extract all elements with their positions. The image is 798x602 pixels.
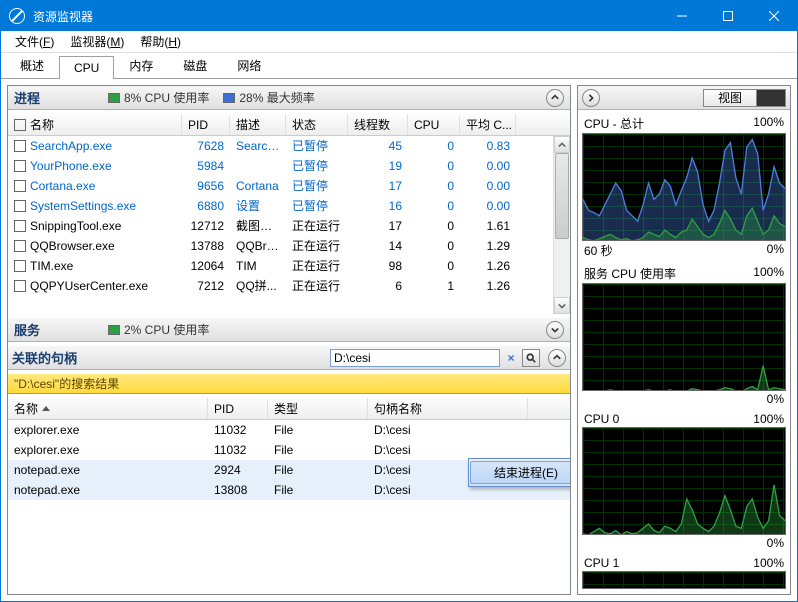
processes-scrollbar[interactable] [553, 136, 570, 314]
row-checkbox[interactable] [14, 280, 26, 292]
tab-disk[interactable]: 磁盘 [168, 52, 222, 78]
handles-columns: 名称 PID 类型 句柄名称 [8, 398, 570, 420]
collapse-processes-icon[interactable] [546, 89, 564, 107]
menu-file[interactable]: 文件(F) [7, 31, 62, 52]
col-avg[interactable]: 平均 C... [460, 114, 516, 135]
context-end-process[interactable]: 结束进程(E) [470, 461, 570, 484]
chart-max: 100% [753, 556, 784, 570]
row-checkbox[interactable] [14, 200, 26, 212]
chart-min: 0% [767, 392, 784, 406]
table-row[interactable]: Cortana.exe9656Cortana已暂停1700.00 [8, 176, 570, 196]
table-row[interactable]: SearchApp.exe7628Search...已暂停4500.83 [8, 136, 570, 156]
chart-canvas [582, 283, 786, 391]
titlebar[interactable]: 资源监视器 [1, 1, 797, 31]
view-dropdown[interactable]: 视图 [703, 89, 786, 107]
row-checkbox[interactable] [14, 140, 26, 152]
search-button[interactable] [522, 349, 540, 367]
app-icon [9, 8, 25, 24]
chart-title: 服务 CPU 使用率 [584, 265, 676, 282]
chart-min: 0% [767, 242, 784, 259]
handles-title: 关联的句柄 [12, 348, 77, 367]
minimize-button[interactable] [659, 1, 705, 31]
chart-max: 100% [753, 265, 784, 282]
chart-title: CPU - 总计 [584, 115, 644, 132]
services-header[interactable]: 服务 2% CPU 使用率 [8, 318, 570, 342]
chart-min: 0% [767, 536, 784, 550]
processes-title: 进程 [14, 88, 94, 107]
table-row[interactable]: SnippingTool.exe12712截图工具正在运行1701.61 [8, 216, 570, 236]
chart-canvas [582, 427, 786, 535]
table-row[interactable]: TIM.exe12064TIM正在运行9801.26 [8, 256, 570, 276]
menu-monitor[interactable]: 监视器(M) [62, 31, 132, 52]
table-row[interactable]: QQBrowser.exe13788QQBro...正在运行1401.29 [8, 236, 570, 256]
clear-search-icon[interactable]: × [504, 351, 518, 365]
row-checkbox[interactable] [14, 220, 26, 232]
chart-title: CPU 1 [584, 556, 619, 570]
table-row[interactable]: YourPhone.exe5984已暂停1900.00 [8, 156, 570, 176]
context-menu: 结束进程(E) [468, 458, 570, 487]
window-title: 资源监视器 [33, 8, 659, 25]
close-button[interactable] [751, 1, 797, 31]
col-desc[interactable]: 描述 [230, 114, 286, 135]
chart-max: 100% [753, 115, 784, 132]
maximize-button[interactable] [705, 1, 751, 31]
scroll-down-icon[interactable] [554, 297, 570, 314]
tab-memory[interactable]: 内存 [114, 52, 168, 78]
tab-network[interactable]: 网络 [222, 52, 276, 78]
col-threads[interactable]: 线程数 [348, 114, 408, 135]
search-input[interactable] [330, 349, 500, 367]
chevron-down-icon[interactable] [756, 90, 785, 106]
processes-columns: 名称 PID 描述 状态 线程数 CPU 平均 C... [8, 114, 570, 136]
row-checkbox[interactable] [14, 260, 26, 272]
search-results-label: "D:\cesi"的搜索结果 [8, 374, 570, 394]
view-label: 视图 [704, 89, 756, 106]
legend-services-cpu: 2% CPU 使用率 [108, 321, 209, 338]
hcol-handle-name[interactable]: 句柄名称 [368, 398, 528, 419]
chart-0: CPU - 总计 100% 60 秒 0% [582, 114, 786, 260]
nav-right-icon[interactable] [582, 89, 600, 107]
row-checkbox[interactable] [14, 160, 26, 172]
hcol-type[interactable]: 类型 [268, 398, 368, 419]
col-pid[interactable]: PID [182, 116, 230, 134]
legend-max-freq: 28% 最大频率 [223, 89, 314, 106]
charts-header: 视图 [578, 86, 790, 110]
col-name[interactable]: 名称 [8, 114, 182, 135]
collapse-handles-icon[interactable] [548, 349, 566, 367]
row-checkbox[interactable] [14, 180, 26, 192]
scroll-thumb[interactable] [555, 153, 569, 239]
hcol-name[interactable]: 名称 [8, 398, 208, 419]
select-all-checkbox[interactable] [14, 119, 26, 131]
chart-1: 服务 CPU 使用率 100% 0% [582, 264, 786, 407]
table-row[interactable]: explorer.exe11032FileD:\cesi [8, 420, 570, 440]
sort-asc-icon [42, 406, 50, 411]
scroll-up-icon[interactable] [554, 136, 570, 153]
col-status[interactable]: 状态 [286, 114, 348, 135]
row-checkbox[interactable] [14, 240, 26, 252]
table-row[interactable]: QQPYUserCenter.exe7212QQ拼...正在运行611.26 [8, 276, 570, 296]
tab-overview[interactable]: 概述 [5, 52, 59, 78]
table-row[interactable]: explorer.exe11032FileD:\cesi [8, 440, 570, 460]
services-title: 服务 [14, 320, 94, 339]
chart-2: CPU 0 100% 0% [582, 411, 786, 551]
hcol-pid[interactable]: PID [208, 400, 268, 418]
tabbar: 概述 CPU 内存 磁盘 网络 [1, 53, 797, 79]
handles-table: 名称 PID 类型 句柄名称 explorer.exe11032FileD:\c… [8, 398, 570, 594]
chart-xlabel: 60 秒 [584, 242, 613, 259]
processes-table: 名称 PID 描述 状态 线程数 CPU 平均 C... SearchApp.e… [8, 114, 570, 314]
legend-cpu-usage: 8% CPU 使用率 [108, 89, 209, 106]
table-row[interactable]: SystemSettings.exe6880设置已暂停1600.00 [8, 196, 570, 216]
tab-cpu[interactable]: CPU [59, 56, 114, 79]
chart-canvas [582, 571, 786, 589]
processes-header[interactable]: 进程 8% CPU 使用率 28% 最大频率 [8, 86, 570, 110]
menu-help[interactable]: 帮助(H) [132, 31, 189, 52]
col-cpu[interactable]: CPU [408, 116, 460, 134]
handles-header[interactable]: 关联的句柄 × [8, 346, 570, 370]
chart-3: CPU 1 100% [582, 555, 786, 589]
chart-max: 100% [753, 412, 784, 426]
menubar: 文件(F) 监视器(M) 帮助(H) [1, 31, 797, 53]
chart-title: CPU 0 [584, 412, 619, 426]
chart-canvas [582, 133, 786, 241]
expand-services-icon[interactable] [546, 321, 564, 339]
